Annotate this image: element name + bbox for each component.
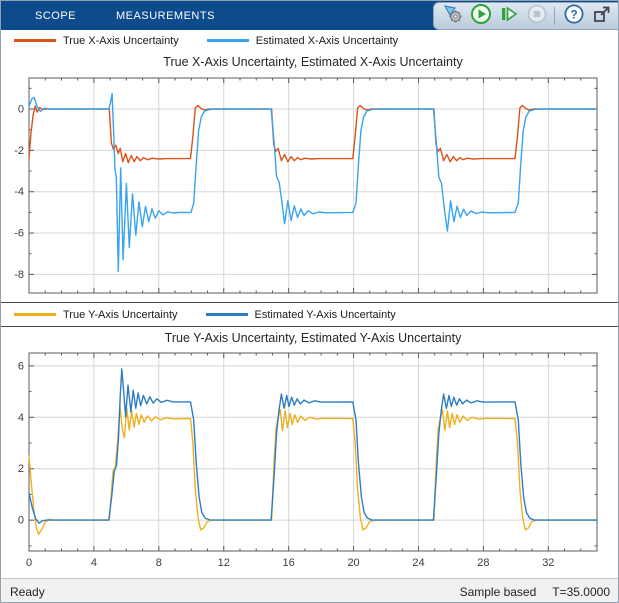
step-forward-button[interactable]: [496, 4, 522, 28]
pop-out-icon: [592, 4, 612, 29]
legend-line-sample: [206, 39, 249, 42]
svg-text:16: 16: [283, 557, 295, 569]
legend-label: True X-Axis Uncertainty: [63, 34, 179, 47]
legend-y-uncertainty: True Y-Axis Uncertainty Estimated Y-Axis…: [1, 302, 618, 327]
svg-text:32: 32: [542, 557, 554, 569]
svg-text:?: ?: [570, 7, 577, 21]
x-uncertainty-plot: True X-Axis Uncertainty, Estimated X-Axi…: [1, 51, 618, 302]
stop-button[interactable]: [524, 4, 550, 28]
x-uncertainty-plot-title: True X-Axis Uncertainty, Estimated X-Axi…: [163, 55, 463, 69]
legend-line-sample: [14, 313, 56, 316]
legend-label: True Y-Axis Uncertainty: [63, 308, 178, 321]
legend-item-true-x[interactable]: True X-Axis Uncertainty: [14, 35, 179, 47]
svg-text:0: 0: [18, 104, 24, 116]
y-uncertainty-plot: True Y-Axis Uncertainty, Estimated Y-Axi…: [1, 327, 618, 578]
svg-text:20: 20: [347, 557, 359, 569]
svg-text:0: 0: [18, 515, 24, 527]
legend-item-true-y[interactable]: True Y-Axis Uncertainty: [14, 309, 178, 321]
legend-line-sample: [205, 313, 248, 316]
svg-text:28: 28: [477, 557, 489, 569]
stop-icon: [526, 3, 548, 30]
svg-text:12: 12: [218, 557, 230, 569]
svg-text:2: 2: [18, 463, 24, 475]
svg-text:24: 24: [412, 557, 424, 569]
scope-settings-button[interactable]: [440, 4, 466, 28]
legend-line-sample: [14, 39, 56, 42]
legend-x-uncertainty: True X-Axis Uncertainty Estimated X-Axis…: [1, 30, 618, 52]
svg-text:-4: -4: [14, 186, 24, 198]
legend-item-estimated-x[interactable]: Estimated X-Axis Uncertainty: [206, 34, 399, 47]
step-forward-icon: [498, 3, 520, 30]
svg-text:4: 4: [18, 412, 24, 424]
legend-label: Estimated Y-Axis Uncertainty: [254, 308, 396, 321]
svg-text:-8: -8: [14, 269, 24, 281]
y-uncertainty-chart[interactable]: 64200 4 8 12 16 20 24 28 32: [1, 327, 619, 578]
status-bar: Ready Sample based T=35.0000: [1, 578, 618, 602]
x-uncertainty-chart[interactable]: 0 -2 -4 -6 -8: [1, 51, 619, 302]
tab-scope[interactable]: SCOPE: [35, 10, 76, 22]
status-sample-mode: Sample based: [459, 584, 537, 599]
svg-text:0: 0: [26, 557, 32, 569]
tab-measurements[interactable]: MEASUREMENTS: [116, 10, 215, 22]
svg-text:-6: -6: [14, 228, 24, 240]
popout-button[interactable]: [589, 4, 615, 28]
svg-text:-2: -2: [14, 145, 24, 157]
y-uncertainty-plot-title: True Y-Axis Uncertainty, Estimated Y-Axi…: [164, 331, 462, 345]
help-button[interactable]: ?: [561, 3, 587, 30]
legend-label: Estimated X-Axis Uncertainty: [255, 34, 399, 47]
toolbar-quick-actions: ?: [433, 2, 618, 30]
svg-text:8: 8: [156, 557, 162, 569]
scope-settings-icon: [442, 3, 464, 30]
legend-item-estimated-y[interactable]: Estimated Y-Axis Uncertainty: [205, 308, 396, 321]
status-ready: Ready: [10, 584, 45, 599]
svg-text:4: 4: [91, 557, 97, 569]
status-sim-time: T=35.0000: [552, 584, 610, 599]
run-icon: [470, 3, 492, 30]
help-icon: ?: [563, 3, 585, 30]
toolstrip: SCOPE MEASUREMENTS ?: [1, 1, 618, 30]
run-button[interactable]: [468, 3, 494, 30]
toolbar-separator: [554, 7, 555, 25]
svg-text:6: 6: [18, 360, 24, 372]
scope-window: SCOPE MEASUREMENTS ? True X-Axis Uncerta…: [0, 0, 619, 603]
